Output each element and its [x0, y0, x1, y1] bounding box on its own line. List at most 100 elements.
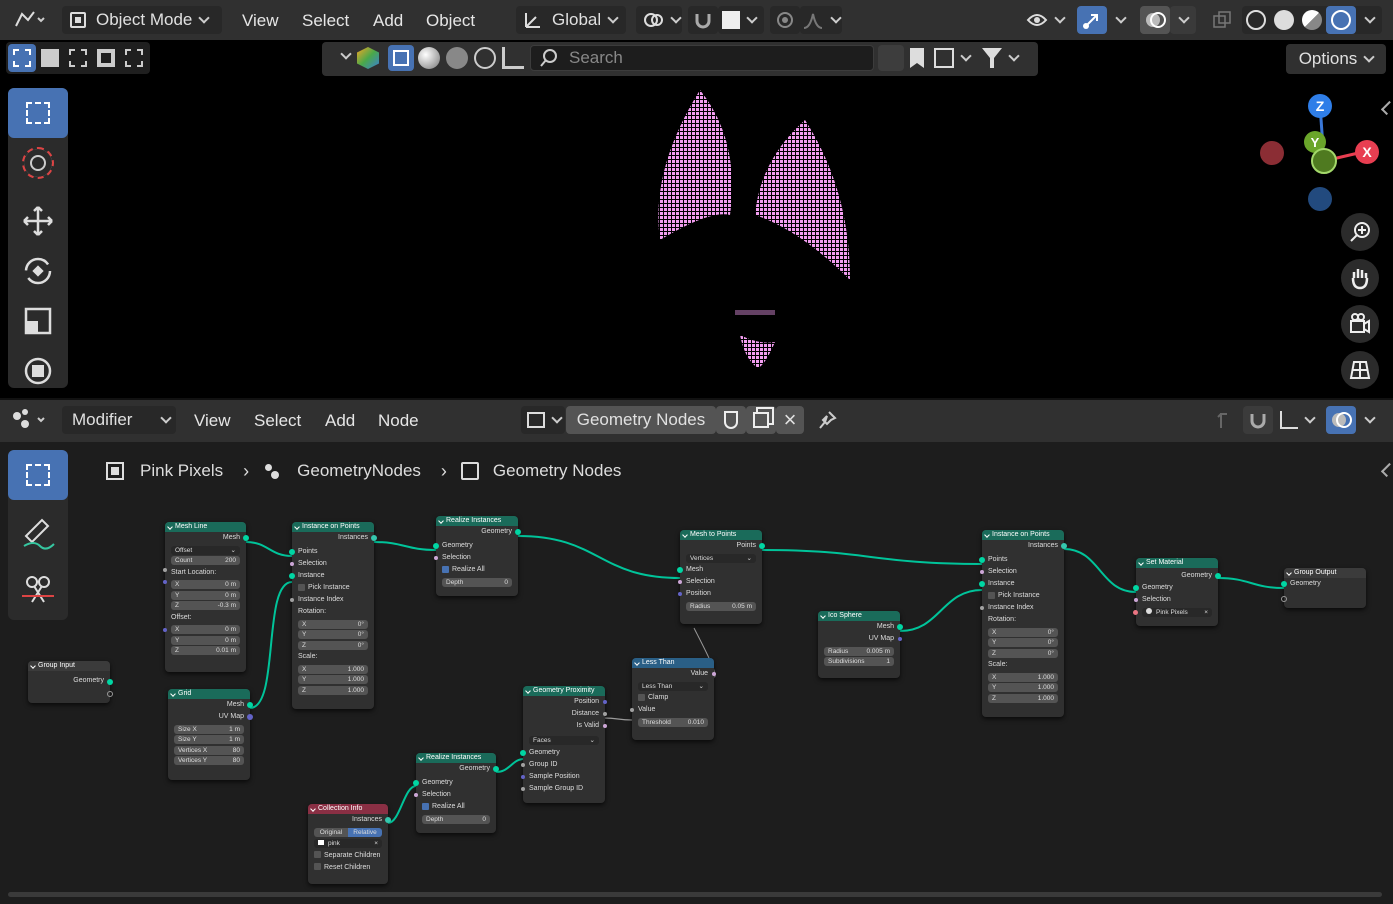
shading-dropdown[interactable] [1356, 6, 1382, 34]
asset-filter-objects[interactable] [388, 45, 414, 71]
snap-target-dropdown[interactable] [718, 6, 764, 34]
overlay-dropdown[interactable] [1170, 6, 1196, 34]
camera-view-icon[interactable] [1341, 305, 1379, 343]
gizmo-dropdown[interactable] [1107, 6, 1133, 34]
node-snap-dropdown[interactable] [1276, 406, 1318, 434]
output-socket[interactable] [712, 672, 716, 676]
viewport-menu-add[interactable]: Add [373, 11, 403, 31]
material-field[interactable]: Pink Pixels × [1133, 607, 1212, 617]
material-shading-icon[interactable] [1302, 10, 1322, 30]
size-y-field[interactable]: Size Y1 m [174, 735, 244, 744]
pivot-point-dropdown[interactable] [636, 6, 682, 34]
realize-all-checkbox[interactable] [442, 565, 449, 573]
rendered-shading-button[interactable] [1326, 6, 1356, 34]
gizmo-toggle[interactable] [1077, 6, 1107, 34]
input-socket[interactable] [289, 573, 295, 579]
threshold-field[interactable]: Threshold 0.010 [638, 717, 708, 727]
input-socket[interactable] [678, 580, 682, 584]
output-socket[interactable] [759, 543, 765, 549]
output-socket[interactable] [603, 700, 607, 704]
start-y-field[interactable]: Y0 m [171, 590, 240, 600]
asset-filter-materials[interactable] [418, 47, 440, 69]
viewport-menu-select[interactable]: Select [302, 11, 349, 31]
scale-x-field[interactable]: X 1.000 [298, 664, 368, 674]
output-socket[interactable] [247, 714, 253, 720]
input-socket[interactable] [980, 570, 984, 574]
editor-context-dropdown[interactable]: Modifier [62, 406, 176, 434]
zoom-icon[interactable] [1341, 213, 1379, 251]
instance-on-points-node[interactable]: Instance on Points Instances Points Sele… [979, 530, 1067, 717]
output-socket[interactable] [247, 702, 253, 708]
grid-node[interactable]: Grid Mesh UV Map Size X1 m Size Y1 m Ver… [168, 689, 253, 780]
input-socket[interactable] [980, 606, 984, 610]
rotation-x-field[interactable]: X 0° [988, 627, 1058, 637]
object-visibility-dropdown[interactable] [1024, 6, 1068, 34]
rotation-y-field[interactable]: Y 0° [988, 638, 1058, 647]
collection-info-node[interactable]: Collection Info Instances Original Relat… [308, 804, 391, 884]
input-socket[interactable] [163, 628, 167, 632]
vertices-y-field[interactable]: Vertices Y 80 [174, 756, 244, 765]
offset-x-field[interactable]: X0 m [171, 625, 240, 634]
start-x-field[interactable]: X0 m [171, 580, 240, 589]
viewport-menu-object[interactable]: Object [426, 11, 475, 31]
operation-dropdown[interactable]: Less Than ⌄ [638, 681, 708, 691]
node-tool-annotate[interactable] [8, 508, 68, 558]
input-socket[interactable] [1133, 585, 1139, 591]
overlay-toggle[interactable] [1140, 6, 1170, 34]
subdivisions-field[interactable]: Subdivisions 1 [824, 657, 894, 666]
original-toggle[interactable]: Original [314, 828, 348, 837]
size-x-field[interactable]: Size X1 m [174, 724, 244, 734]
input-socket[interactable] [677, 567, 683, 573]
node-tool-select[interactable] [8, 450, 68, 500]
less-than-node[interactable]: Less Than Value Less Than ⌄ Clamp Value T… [630, 658, 716, 740]
input-socket[interactable] [521, 786, 525, 791]
node-overlay-dropdown[interactable] [1356, 406, 1382, 434]
pink-pixels-object[interactable] [600, 80, 900, 380]
input-socket[interactable] [163, 568, 167, 572]
rotation-z-field[interactable]: Z 0° [298, 640, 368, 650]
scale-y-field[interactable]: Y 1.000 [988, 683, 1058, 692]
node-menu-add[interactable]: Add [325, 411, 355, 431]
node-editor-type-button[interactable] [8, 406, 54, 434]
editor-type-button[interactable] [8, 6, 56, 34]
scale-y-field[interactable]: Y 1.000 [298, 675, 368, 684]
reset-children-checkbox[interactable] [314, 863, 321, 871]
realize-all-checkbox[interactable] [422, 802, 429, 810]
mode-dropdown[interactable]: Object Mode [62, 6, 222, 34]
rotation-y-field[interactable]: Y 0° [298, 630, 368, 639]
asset-search-field[interactable]: Search [530, 45, 874, 71]
rotation-z-field[interactable]: Z 0° [988, 648, 1058, 658]
pick-instance-checkbox[interactable] [988, 591, 995, 599]
tool-scale[interactable] [8, 296, 68, 346]
unlink-tree-button[interactable]: × [776, 406, 804, 434]
mesh-line-node[interactable]: Mesh Line Mesh Offset ⌄ Count 200 Start Lo… [163, 522, 249, 672]
solid-shading-icon[interactable] [1274, 10, 1294, 30]
offset-z-field[interactable]: Z 0.01 m [171, 646, 240, 655]
realize-instances-node[interactable]: Realize Instances Geometry Geometry Sele… [433, 516, 521, 596]
input-socket[interactable] [630, 708, 634, 712]
node-menu-node[interactable]: Node [378, 411, 419, 431]
transform-orientation-dropdown[interactable]: Global [516, 6, 626, 34]
radius-field[interactable]: Radius 0.005 m [824, 646, 894, 656]
tool-select-box[interactable] [8, 88, 68, 138]
input-socket[interactable] [1134, 598, 1138, 602]
scale-z-field[interactable]: Z 1.000 [988, 693, 1058, 703]
input-socket[interactable] [433, 543, 439, 549]
output-socket[interactable] [1061, 543, 1067, 549]
group-input-node[interactable]: Group Input Geometry [28, 661, 113, 703]
asset-filter-brushes[interactable] [502, 47, 524, 69]
instance-on-points-node[interactable]: Instance on Points Instances Points Sele… [289, 522, 377, 709]
wireframe-shading-icon[interactable] [1246, 10, 1266, 30]
axis-neg-y-icon[interactable] [1311, 148, 1337, 174]
asset-pin-toggle[interactable] [878, 45, 904, 71]
realize-instances-node[interactable]: Realize Instances Geometry Geometry Sele… [413, 753, 499, 833]
duplicate-tree-button[interactable] [746, 406, 776, 434]
scale-x-field[interactable]: X 1.000 [988, 672, 1058, 682]
output-socket[interactable] [515, 529, 521, 535]
pin-button[interactable] [812, 406, 842, 434]
mode-dropdown[interactable]: Offset ⌄ [171, 545, 240, 555]
display-mode-dropdown[interactable] [934, 46, 978, 70]
separate-children-checkbox[interactable] [314, 851, 321, 859]
output-socket[interactable] [897, 624, 903, 630]
xray-toggle[interactable] [1207, 6, 1237, 34]
